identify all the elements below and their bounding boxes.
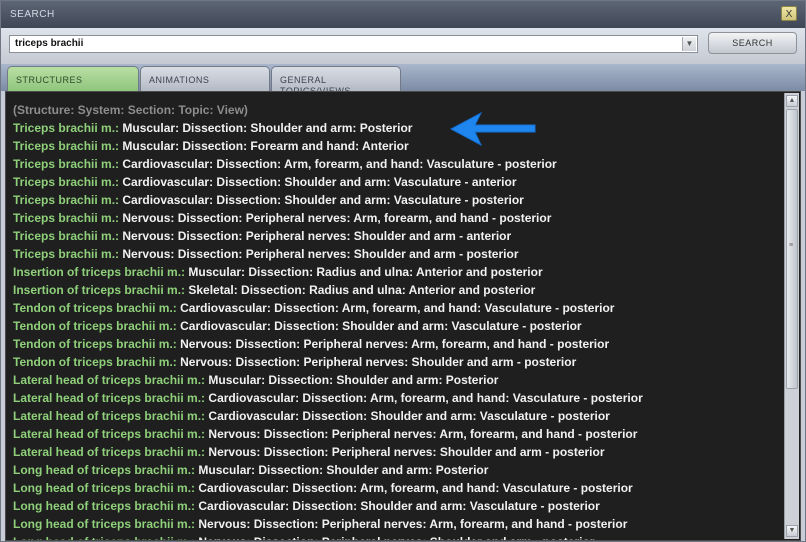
structure-path: Muscular: Dissection: Radius and ulna: A… xyxy=(185,265,543,279)
result-row[interactable]: Lateral head of triceps brachii m.: Nerv… xyxy=(13,444,643,462)
result-row[interactable]: Triceps brachii m.: Nervous: Dissection:… xyxy=(13,228,643,246)
structure-name: Long head of triceps brachii m.: xyxy=(13,535,195,540)
blue-pointer-arrow xyxy=(449,111,536,147)
structure-name: Tendon of triceps brachii m.: xyxy=(13,355,177,369)
result-row[interactable]: Lateral head of triceps brachii m.: Musc… xyxy=(13,372,643,390)
results-header: (Structure: System: Section: Topic: View… xyxy=(13,103,248,117)
tab-general-topics[interactable]: GENERAL TOPICS/VIEWS xyxy=(271,66,401,91)
structure-name: Triceps brachii m.: xyxy=(13,211,120,225)
result-row[interactable]: Insertion of triceps brachii m.: Skeleta… xyxy=(13,282,643,300)
result-row[interactable]: Long head of triceps brachii m.: Muscula… xyxy=(13,462,643,480)
structure-path: Cardiovascular: Dissection: Shoulder and… xyxy=(119,175,517,189)
structure-path: Cardiovascular: Dissection: Shoulder and… xyxy=(176,319,582,333)
structure-path: Cardiovascular: Dissection: Arm, forearm… xyxy=(195,481,633,495)
structure-path: Muscular: Dissection: Forearm and hand: … xyxy=(119,139,409,153)
structure-name: Triceps brachii m.: xyxy=(13,193,120,207)
structure-path: Cardiovascular: Dissection: Shoulder and… xyxy=(119,193,524,207)
result-row[interactable]: Lateral head of triceps brachii m.: Nerv… xyxy=(13,426,643,444)
structure-name: Triceps brachii m.: xyxy=(13,229,120,243)
title-bar: SEARCH X xyxy=(1,1,805,29)
scroll-thumb[interactable]: ≡ xyxy=(786,109,798,389)
search-input[interactable]: triceps brachii ▼ xyxy=(9,35,698,53)
structure-path: Nervous: Dissection: Peripheral nerves: … xyxy=(176,355,577,369)
structure-path: Nervous: Dissection: Peripheral nerves: … xyxy=(195,535,594,540)
chevron-down-icon[interactable]: ▼ xyxy=(682,37,696,51)
tab-structures[interactable]: STRUCTURES xyxy=(7,66,139,91)
arrow-down-icon[interactable]: ▼ xyxy=(786,525,798,537)
structure-name: Tendon of triceps brachii m.: xyxy=(13,337,177,351)
result-row[interactable]: Triceps brachii m.: Nervous: Dissection:… xyxy=(13,246,643,264)
result-row[interactable]: Triceps brachii m.: Cardiovascular: Diss… xyxy=(13,192,643,210)
result-row[interactable]: Long head of triceps brachii m.: Nervous… xyxy=(13,516,643,534)
window-title: SEARCH xyxy=(10,9,55,20)
result-row[interactable]: Lateral head of triceps brachii m.: Card… xyxy=(13,390,643,408)
structure-name: Insertion of triceps brachii m.: xyxy=(13,283,186,297)
structure-path: Nervous: Dissection: Peripheral nerves: … xyxy=(119,229,512,243)
search-window: SEARCH X triceps brachii ▼ SEARCH STRUCT… xyxy=(0,0,806,542)
result-row[interactable]: Triceps brachii m.: Nervous: Dissection:… xyxy=(13,210,643,228)
close-button[interactable]: X xyxy=(781,6,797,21)
grip-icon: ≡ xyxy=(789,242,794,249)
structure-name: Tendon of triceps brachii m.: xyxy=(13,301,177,315)
result-row[interactable]: Triceps brachii m.: Muscular: Dissection… xyxy=(13,138,643,156)
tab-animations[interactable]: ANIMATIONS xyxy=(140,66,270,91)
result-row[interactable]: Tendon of triceps brachii m.: Cardiovasc… xyxy=(13,300,643,318)
structure-name: Triceps brachii m.: xyxy=(13,175,120,189)
structure-path: Muscular: Dissection: Shoulder and arm: … xyxy=(195,463,489,477)
structure-name: Triceps brachii m.: xyxy=(13,157,120,171)
structure-path: Cardiovascular: Dissection: Arm, forearm… xyxy=(176,301,615,315)
result-row[interactable]: Triceps brachii m.: Muscular: Dissection… xyxy=(13,120,643,138)
result-row[interactable]: Triceps brachii m.: Cardiovascular: Diss… xyxy=(13,174,643,192)
structure-name: Lateral head of triceps brachii m.: xyxy=(13,409,206,423)
vertical-scrollbar[interactable]: ▲ ≡ ▼ xyxy=(784,93,799,539)
structure-name: Lateral head of triceps brachii m.: xyxy=(13,391,206,405)
structure-path: Nervous: Dissection: Peripheral nerves: … xyxy=(119,247,519,261)
structure-name: Lateral head of triceps brachii m.: xyxy=(13,445,206,459)
structure-name: Long head of triceps brachii m.: xyxy=(13,517,196,531)
structure-path: Cardiovascular: Dissection: Arm, forearm… xyxy=(119,157,557,171)
result-row[interactable]: Triceps brachii m.: Cardiovascular: Diss… xyxy=(13,156,643,174)
result-row[interactable]: Long head of triceps brachii m.: Cardiov… xyxy=(13,480,643,498)
result-row[interactable]: Tendon of triceps brachii m.: Nervous: D… xyxy=(13,336,643,354)
structure-name: Long head of triceps brachii m.: xyxy=(13,499,196,513)
search-input-value: triceps brachii xyxy=(15,38,84,49)
result-row[interactable]: Long head of triceps brachii m.: Nervous… xyxy=(13,534,643,540)
structure-path: Skeletal: Dissection: Radius and ulna: A… xyxy=(185,283,536,297)
structure-name: Tendon of triceps brachii m.: xyxy=(13,319,177,333)
structure-path: Nervous: Dissection: Peripheral nerves: … xyxy=(205,445,605,459)
structure-path: Nervous: Dissection: Peripheral nerves: … xyxy=(205,427,638,441)
structure-name: Lateral head of triceps brachii m.: xyxy=(13,373,206,387)
structure-path: Nervous: Dissection: Peripheral nerves: … xyxy=(176,337,610,351)
structure-path: Muscular: Dissection: Shoulder and arm: … xyxy=(119,121,413,135)
structure-name: Triceps brachii m.: xyxy=(13,121,120,135)
structure-name: Triceps brachii m.: xyxy=(13,247,120,261)
result-row[interactable]: Insertion of triceps brachii m.: Muscula… xyxy=(13,264,643,282)
structure-name: Long head of triceps brachii m.: xyxy=(13,463,196,477)
search-bar: triceps brachii ▼ SEARCH xyxy=(1,28,805,64)
result-row[interactable]: Lateral head of triceps brachii m.: Card… xyxy=(13,408,643,426)
arrow-shape xyxy=(449,111,536,147)
result-row[interactable]: Tendon of triceps brachii m.: Cardiovasc… xyxy=(13,318,643,336)
structure-path: Cardiovascular: Dissection: Arm, forearm… xyxy=(205,391,643,405)
structure-name: Triceps brachii m.: xyxy=(13,139,120,153)
structure-name: Long head of triceps brachii m.: xyxy=(13,481,196,495)
result-row[interactable]: Long head of triceps brachii m.: Cardiov… xyxy=(13,498,643,516)
tab-label: STRUCTURES xyxy=(16,75,83,85)
result-row[interactable]: Tendon of triceps brachii m.: Nervous: D… xyxy=(13,354,643,372)
search-button[interactable]: SEARCH xyxy=(708,32,797,54)
structure-path: Muscular: Dissection: Shoulder and arm: … xyxy=(205,373,499,387)
structure-path: Nervous: Dissection: Peripheral nerves: … xyxy=(119,211,552,225)
structure-name: Lateral head of triceps brachii m.: xyxy=(13,427,206,441)
tab-bar: STRUCTURES ANIMATIONS GENERAL TOPICS/VIE… xyxy=(1,64,805,91)
results-panel: (Structure: System: Section: Topic: View… xyxy=(5,91,801,541)
structure-path: Nervous: Dissection: Peripheral nerves: … xyxy=(195,517,628,531)
tab-label: ANIMATIONS xyxy=(149,75,210,85)
structure-path: Cardiovascular: Dissection: Shoulder and… xyxy=(205,409,610,423)
structure-name: Insertion of triceps brachii m.: xyxy=(13,265,186,279)
results-list: (Structure: System: Section: Topic: View… xyxy=(13,102,643,540)
arrow-up-icon[interactable]: ▲ xyxy=(786,95,798,107)
tab-label: GENERAL TOPICS/VIEWS xyxy=(280,75,351,91)
structure-path: Cardiovascular: Dissection: Shoulder and… xyxy=(195,499,600,513)
